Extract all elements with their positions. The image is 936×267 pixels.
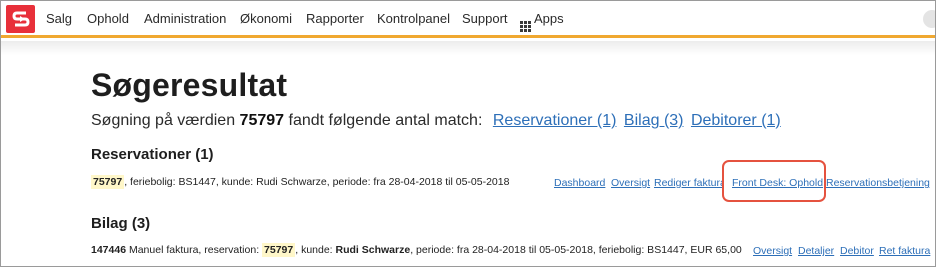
search-summary: Søgning på værdien 75797 fandt følgende … bbox=[91, 112, 781, 130]
top-navbar: Salg Ophold Administration Økonomi Rappo… bbox=[1, 1, 935, 38]
reservation-id[interactable]: 75797 bbox=[91, 175, 125, 189]
link-reservationer[interactable]: Reservationer (1) bbox=[493, 112, 617, 129]
nav-apps[interactable]: Apps bbox=[520, 11, 564, 32]
nav-okonomi[interactable]: Økonomi bbox=[240, 11, 292, 26]
bilag-customer: Rudi Schwarze bbox=[335, 244, 411, 256]
bilag-row: 147446 Manuel faktura, reservation: 7579… bbox=[91, 243, 742, 257]
apps-grid-icon bbox=[520, 21, 531, 32]
action-dashboard[interactable]: Dashboard bbox=[554, 177, 605, 189]
summary-suffix: fandt følgende antal match: bbox=[288, 112, 483, 129]
bilag-action-detaljer[interactable]: Detaljer bbox=[798, 245, 834, 257]
nav-apps-label: Apps bbox=[534, 11, 564, 26]
search-value: 75797 bbox=[239, 112, 285, 129]
navbar-shadow bbox=[1, 41, 935, 55]
bilag-reservation-id[interactable]: 75797 bbox=[262, 243, 296, 257]
bilag-action-ret-faktura[interactable]: Ret faktura bbox=[879, 245, 930, 257]
bilag-number[interactable]: 147446 bbox=[91, 244, 126, 256]
nav-administration[interactable]: Administration bbox=[144, 11, 226, 26]
user-avatar-icon[interactable] bbox=[923, 10, 935, 28]
link-bilag[interactable]: Bilag (3) bbox=[624, 112, 684, 129]
action-reservationsbetjening[interactable]: Reservationsbetjening bbox=[826, 177, 935, 189]
bilag-action-debitor[interactable]: Debitor bbox=[840, 245, 874, 257]
reservation-details: , feriebolig: BS1447, kunde: Rudi Schwar… bbox=[124, 176, 510, 188]
action-rediger-faktura[interactable]: Rediger faktura bbox=[654, 177, 724, 189]
nav-support[interactable]: Support bbox=[462, 11, 508, 26]
reservations-heading: Reservationer (1) bbox=[91, 146, 214, 163]
bilag-action-oversigt[interactable]: Oversigt bbox=[753, 245, 792, 257]
browser-frame: Salg Ophold Administration Økonomi Rappo… bbox=[0, 0, 936, 267]
nav-rapporter[interactable]: Rapporter bbox=[306, 11, 364, 26]
summary-prefix: Søgning på værdien bbox=[91, 112, 236, 129]
bilag-text-2: , kunde: bbox=[295, 244, 336, 256]
reservation-row: 75797, feriebolig: BS1447, kunde: Rudi S… bbox=[91, 175, 510, 189]
action-oversigt[interactable]: Oversigt bbox=[611, 177, 650, 189]
app-logo-icon[interactable] bbox=[6, 5, 35, 33]
bilag-text-3: , periode: fra 28-04-2018 til 05-05-2018… bbox=[410, 244, 742, 256]
highlight-annotation-box bbox=[722, 160, 826, 202]
bilag-text-1: Manuel faktura, reservation: bbox=[126, 244, 263, 256]
page-title: Søgeresultat bbox=[91, 67, 288, 103]
nav-ophold[interactable]: Ophold bbox=[87, 11, 129, 26]
bilag-heading: Bilag (3) bbox=[91, 215, 151, 232]
nav-salg[interactable]: Salg bbox=[46, 11, 72, 26]
link-debitorer[interactable]: Debitorer (1) bbox=[691, 112, 781, 129]
nav-kontrolpanel[interactable]: Kontrolpanel bbox=[377, 11, 450, 26]
